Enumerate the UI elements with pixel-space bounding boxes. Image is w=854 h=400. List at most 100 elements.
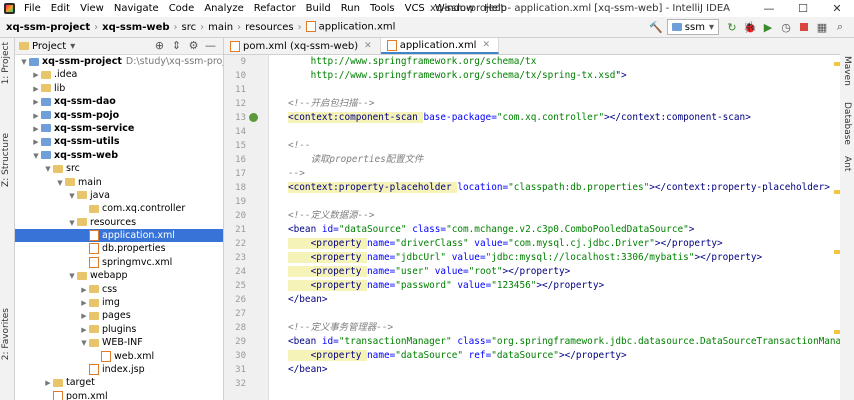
tree-item[interactable]: index.jsp [15, 363, 223, 376]
tree-item[interactable]: ▶ xq-ssm-pojo [15, 109, 223, 122]
chevron-down-icon[interactable]: ▼ [19, 56, 29, 69]
code-line[interactable]: 19 [224, 195, 840, 209]
code-line[interactable]: 29 <bean id="transactionManager" class="o… [224, 335, 840, 349]
rerun-icon[interactable]: ↻ [724, 19, 740, 35]
tree-item[interactable]: springmvc.xml [15, 256, 223, 269]
chevron-right-icon[interactable]: ▶ [31, 123, 41, 136]
breadcrumb-item[interactable]: resources [245, 22, 293, 33]
tree-item[interactable]: ▼ src [15, 162, 223, 175]
locate-file-icon[interactable]: ⊕ [151, 39, 168, 52]
database-tool-button[interactable]: Database [842, 102, 852, 145]
code-line[interactable]: 27 [224, 307, 840, 321]
error-stripe-mark[interactable] [834, 62, 840, 66]
breadcrumb-item[interactable]: main [208, 22, 233, 33]
chevron-right-icon[interactable]: ▶ [79, 324, 89, 337]
tree-item[interactable]: ▼ webapp [15, 269, 223, 282]
chevron-down-icon[interactable]: ▼ [67, 190, 77, 203]
search-everywhere-icon[interactable]: ⌕ [832, 19, 848, 35]
code-line[interactable]: 16 读取properties配置文件 [224, 153, 840, 167]
tree-item[interactable]: pom.xml [15, 390, 223, 400]
tree-item[interactable]: ▶ pages [15, 309, 223, 322]
code-line[interactable]: 11 [224, 83, 840, 97]
tree-item[interactable]: ▼ xq-ssm-projectD:\study\xq-ssm-project [15, 55, 223, 68]
code-line[interactable]: 21 <bean id="dataSource" class="com.mchan… [224, 223, 840, 237]
menu-run[interactable]: Run [336, 0, 365, 17]
chevron-right-icon[interactable]: ▶ [31, 96, 41, 109]
tree-item[interactable]: ▼ resources [15, 216, 223, 229]
code-line[interactable]: 22 <property name="driverClass" value="c… [224, 237, 840, 251]
code-line[interactable]: 24 <property name="user" value="root"></… [224, 265, 840, 279]
maven-tool-button[interactable]: Maven [842, 56, 852, 86]
structure-tool-button[interactable]: Z: Structure [1, 133, 11, 187]
tree-item[interactable]: application.xml [15, 229, 223, 243]
tree-item[interactable]: ▶ target [15, 376, 223, 389]
code-line[interactable]: 31 </bean> [224, 363, 840, 377]
editor-tab[interactable]: pom.xml (xq-ssm-web) ✕ [224, 38, 381, 54]
error-stripe-mark[interactable] [834, 330, 840, 334]
close-button[interactable]: ✕ [820, 0, 854, 17]
tree-item[interactable]: ▼ main [15, 176, 223, 189]
tree-item[interactable]: ▶ img [15, 296, 223, 309]
code-line[interactable]: 17 --> [224, 167, 840, 181]
chevron-right-icon[interactable]: ▶ [79, 310, 89, 323]
code-line[interactable]: 23 <property name="jdbcUrl" value="jdbc:… [224, 251, 840, 265]
tree-item[interactable]: ▶ plugins [15, 323, 223, 336]
menu-edit[interactable]: Edit [46, 0, 75, 17]
close-tab-icon[interactable]: ✕ [364, 41, 372, 51]
coverage-icon[interactable]: ▶ [760, 19, 776, 35]
menu-vcs[interactable]: VCS [400, 0, 430, 17]
menu-refactor[interactable]: Refactor [249, 0, 301, 17]
code-line[interactable]: 28 <!--定义事务管理器--> [224, 321, 840, 335]
chevron-right-icon[interactable]: ▶ [31, 136, 41, 149]
project-tool-button[interactable]: 1: Project [1, 42, 11, 84]
code-line[interactable]: 18 <context:property-placeholder location… [224, 181, 840, 195]
stop-icon[interactable] [796, 19, 812, 35]
minimize-button[interactable]: — [752, 0, 786, 17]
code-line[interactable]: 14 [224, 125, 840, 139]
code-line[interactable]: 12 <!--开启包扫描--> [224, 97, 840, 111]
code-line[interactable]: 20 <!--定义数据源--> [224, 209, 840, 223]
editor-tab[interactable]: application.xml ✕ [380, 38, 500, 54]
chevron-right-icon[interactable]: ▶ [43, 377, 53, 390]
code-line[interactable]: 26 </bean> [224, 293, 840, 307]
expand-all-icon[interactable]: ⇕ [168, 39, 185, 52]
gear-icon[interactable]: ⚙ [185, 39, 202, 52]
breadcrumb-item[interactable]: xq-ssm-web [102, 22, 169, 33]
chevron-down-icon[interactable]: ▾ [70, 41, 75, 52]
code-line[interactable]: 32 [224, 377, 840, 391]
chevron-right-icon[interactable]: ▶ [79, 297, 89, 310]
chevron-down-icon[interactable]: ▼ [55, 177, 65, 190]
chevron-down-icon[interactable]: ▼ [67, 270, 77, 283]
menu-file[interactable]: File [19, 0, 46, 17]
tree-item[interactable]: db.properties [15, 242, 223, 255]
tree-item[interactable]: web.xml [15, 350, 223, 363]
project-panel-title[interactable]: Project [32, 41, 66, 52]
code-line[interactable]: 9 http://www.springframework.org/schema/… [224, 55, 840, 69]
tree-item[interactable]: com.xq.controller [15, 202, 223, 215]
chevron-right-icon[interactable]: ▶ [31, 83, 41, 96]
ant-tool-button[interactable]: Ant [842, 156, 852, 171]
code-view[interactable]: 9 http://www.springframework.org/schema/… [224, 55, 840, 391]
menu-view[interactable]: View [75, 0, 109, 17]
error-stripe-mark[interactable] [834, 190, 840, 194]
code-line[interactable]: 15 <!-- [224, 139, 840, 153]
breadcrumb-item[interactable]: xq-ssm-project [6, 22, 90, 33]
close-tab-icon[interactable]: ✕ [482, 40, 490, 50]
code-line[interactable]: 25 <property name="password" value="1234… [224, 279, 840, 293]
tree-item[interactable]: ▼ xq-ssm-web [15, 149, 223, 162]
menu-build[interactable]: Build [301, 0, 336, 17]
profile-icon[interactable]: ◷ [778, 19, 794, 35]
code-line[interactable]: 30 <property name="dataSource" ref="data… [224, 349, 840, 363]
code-line[interactable]: 10 http://www.springframework.org/schema… [224, 69, 840, 83]
breadcrumb-item[interactable]: application.xml [305, 21, 395, 33]
hide-panel-icon[interactable]: — [202, 39, 219, 52]
menu-analyze[interactable]: Analyze [199, 0, 248, 17]
favorites-tool-button[interactable]: 2: Favorites [1, 308, 11, 360]
chevron-down-icon[interactable]: ▼ [67, 217, 77, 230]
chevron-down-icon[interactable]: ▼ [79, 337, 89, 350]
tree-item[interactable]: ▶ xq-ssm-utils [15, 135, 223, 148]
debug-icon[interactable]: 🐞 [742, 19, 758, 35]
run-configuration-select[interactable]: ssm ▾ [666, 19, 719, 35]
menu-code[interactable]: Code [164, 0, 200, 17]
tree-item[interactable]: ▶ .idea [15, 68, 223, 81]
